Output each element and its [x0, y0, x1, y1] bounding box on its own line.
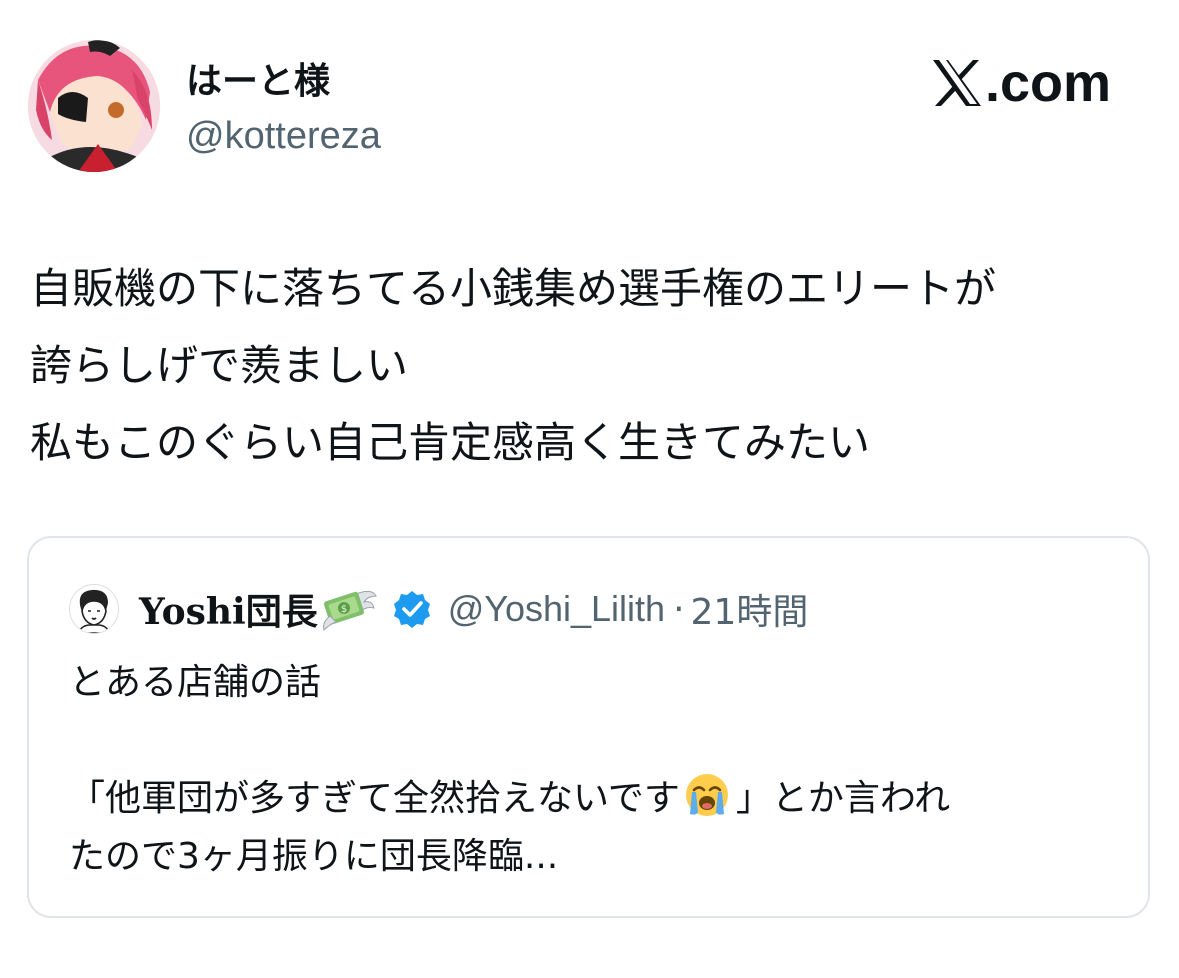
- quoted-line-part: 」とか言われ: [735, 778, 951, 819]
- svg-text:$: $: [341, 604, 347, 615]
- header-separator: ·: [673, 588, 685, 630]
- quoted-tweet-header: Yoshi団長 $ @Yoshi_Lilith · 21時間: [69, 584, 808, 634]
- author-avatar[interactable]: [28, 40, 160, 172]
- quoted-tweet-card[interactable]: Yoshi団長 $ @Yoshi_Lilith · 21時間 とある店舗の話 「…: [27, 536, 1150, 918]
- quoted-tweet-time[interactable]: 21時間: [691, 583, 809, 635]
- quoted-tweet-text: とある店舗の話 「他軍団が多すぎて全然拾えないです 」とか言われ たので3ヶ月振…: [69, 654, 1119, 886]
- tweet-text: 自販機の下に落ちてる小銭集め選手権のエリートが 誇らしげで羨ましい 私もこのぐら…: [30, 250, 1150, 481]
- tweet-line: 誇らしげで羨ましい: [30, 341, 409, 390]
- tweet-line: 私もこのぐらい自己肯定感高く生きてみたい: [30, 418, 871, 467]
- quoted-line-part: 「他軍団が多すぎて全然拾えないです: [69, 778, 680, 819]
- quoted-line: たので3ヶ月振りに団長降臨...: [69, 836, 559, 877]
- money-with-wings-icon: $: [322, 590, 377, 631]
- quoted-line: とある店舗の話: [69, 662, 322, 703]
- quoted-author-display-name[interactable]: Yoshi団長: [139, 583, 318, 635]
- author-handle[interactable]: @kottereza: [186, 114, 381, 158]
- author-display-name[interactable]: はーと様: [186, 60, 330, 104]
- quoted-line: 「他軍団が多すぎて全然拾えないです 」とか言われ: [69, 770, 1119, 828]
- verified-badge-icon: [393, 591, 430, 628]
- quoted-author-avatar[interactable]: [69, 584, 119, 634]
- x-logo-icon: [932, 60, 981, 106]
- x-com-brand: .com: [931, 52, 1111, 114]
- quoted-author-handle[interactable]: @Yoshi_Lilith: [448, 588, 665, 630]
- tweet-line: 自販機の下に落ちてる小銭集め選手権のエリートが: [30, 264, 997, 313]
- brand-label: .com: [984, 53, 1111, 113]
- loudly-crying-face-icon: [685, 774, 728, 816]
